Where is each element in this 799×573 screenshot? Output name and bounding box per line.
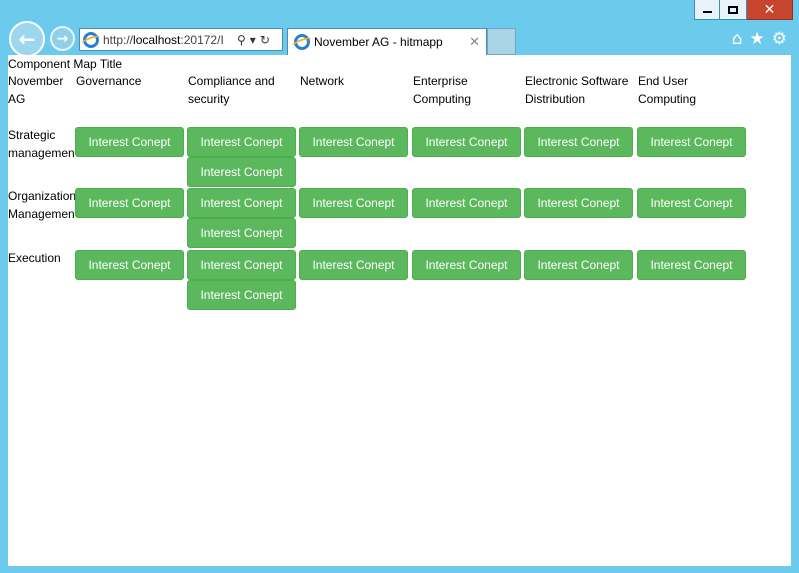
refresh-icon[interactable]: ↻ xyxy=(260,33,270,47)
interest-concept-button[interactable]: Interest Conept xyxy=(187,188,296,218)
tab-ie-icon xyxy=(294,34,310,50)
tab-title: November AG - hitmapp xyxy=(314,35,443,49)
maximize-button[interactable] xyxy=(720,0,747,20)
column-header: Electronic Software Distribution xyxy=(525,74,629,106)
window-controls: ✕ xyxy=(694,0,793,20)
corner-label: November AG xyxy=(8,74,64,106)
address-tools: ⚲ ▾ ↻ xyxy=(237,33,270,47)
url-prefix: http:// xyxy=(103,32,134,47)
row-label: Strategic management xyxy=(8,128,75,160)
interest-concept-button[interactable]: Interest Conept xyxy=(75,188,184,218)
row-label: Execution xyxy=(8,251,61,265)
interest-concept-button[interactable]: Interest Conept xyxy=(75,250,184,280)
favorites-star-icon[interactable]: ★ xyxy=(750,30,765,48)
interest-concept-button[interactable]: Interest Conept xyxy=(412,250,521,280)
url-text[interactable]: http://localhost:20172/I xyxy=(103,33,231,47)
interest-concept-button[interactable]: Interest Conept xyxy=(637,188,746,218)
page-title: Component Map Title xyxy=(8,57,123,71)
interest-concept-button[interactable]: Interest Conept xyxy=(299,127,408,157)
interest-concept-button[interactable]: Interest Conept xyxy=(524,127,633,157)
interest-concept-button[interactable]: Interest Conept xyxy=(187,280,296,310)
interest-concept-button[interactable]: Interest Conept xyxy=(299,250,408,280)
back-button[interactable]: ← xyxy=(9,21,45,57)
interest-concept-button[interactable]: Interest Conept xyxy=(75,127,184,157)
row-label: Organization Management xyxy=(8,189,75,221)
maximize-icon xyxy=(728,5,738,14)
browser-toolbar: ⌂ ★ ⚙ xyxy=(732,30,787,48)
new-tab-button[interactable] xyxy=(487,28,516,55)
interest-concept-button[interactable]: Interest Conept xyxy=(187,250,296,280)
address-bar[interactable]: http://localhost:20172/I ⚲ ▾ ↻ xyxy=(79,28,283,51)
close-icon: ✕ xyxy=(763,1,776,18)
column-header: Governance xyxy=(76,74,142,88)
interest-concept-button[interactable]: Interest Conept xyxy=(187,127,296,157)
dropdown-icon[interactable]: ▾ xyxy=(250,33,256,47)
interest-concept-button[interactable]: Interest Conept xyxy=(524,188,633,218)
close-window-button[interactable]: ✕ xyxy=(747,0,793,20)
arrow-left-icon: ← xyxy=(18,27,36,51)
ie-page-icon xyxy=(83,31,99,48)
tab-close-icon[interactable]: ✕ xyxy=(469,35,480,50)
interest-concept-button[interactable]: Interest Conept xyxy=(299,188,408,218)
url-rest: :20172/I xyxy=(180,32,224,47)
interest-concept-button[interactable]: Interest Conept xyxy=(524,250,633,280)
url-host: localhost xyxy=(133,32,181,47)
interest-concept-button[interactable]: Interest Conept xyxy=(412,188,521,218)
interest-concept-button[interactable]: Interest Conept xyxy=(637,250,746,280)
tab-active[interactable]: November AG - hitmapp ✕ xyxy=(287,28,487,55)
minimize-icon xyxy=(702,10,712,13)
search-icon[interactable]: ⚲ xyxy=(237,33,246,47)
interest-concept-button[interactable]: Interest Conept xyxy=(187,218,296,248)
browser-window: ✕ ← → http://localhost:20172/I ⚲ ▾ ↻ Nov… xyxy=(0,0,799,573)
settings-gear-icon[interactable]: ⚙ xyxy=(772,30,787,48)
home-icon[interactable]: ⌂ xyxy=(732,30,743,48)
interest-concept-button[interactable]: Interest Conept xyxy=(637,127,746,157)
page-content: Component Map Title November AG Governanc… xyxy=(8,55,791,566)
column-header: Compliance and security xyxy=(188,74,275,106)
column-header: Enterprise Computing xyxy=(413,74,472,106)
minimize-button[interactable] xyxy=(694,0,720,20)
arrow-right-icon: → xyxy=(56,30,69,47)
column-header: Network xyxy=(300,74,345,88)
column-header: End User Computing xyxy=(638,74,697,106)
forward-button[interactable]: → xyxy=(50,26,75,51)
interest-concept-button[interactable]: Interest Conept xyxy=(187,157,296,187)
interest-concept-button[interactable]: Interest Conept xyxy=(412,127,521,157)
